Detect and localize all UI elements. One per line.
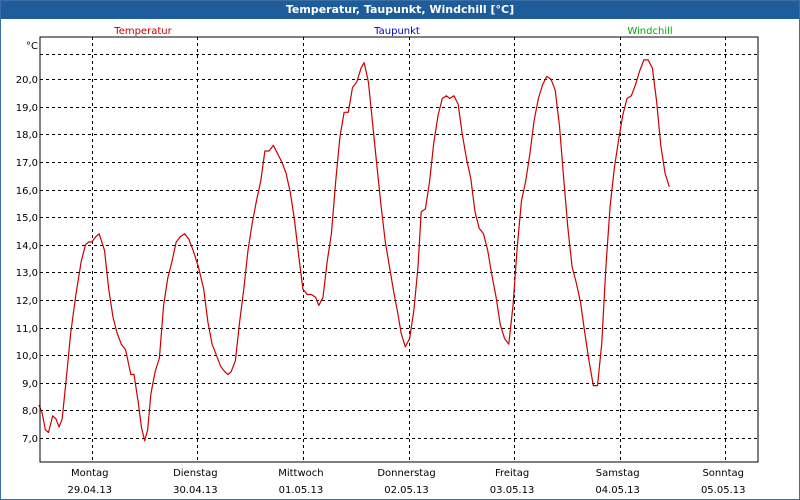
y-axis-unit: °C: [26, 41, 38, 52]
y-tick-label: 18,0: [16, 130, 38, 141]
y-tick-label: 8,0: [22, 406, 38, 417]
y-tick-labels: 7,0 8,0 9,0 10,0 11,0 12,0 13,0 14,0 15,0 16,0 17,…: [16, 75, 38, 445]
x-tick-day: Montag: [71, 468, 108, 479]
y-tick-label: 16,0: [16, 186, 38, 197]
x-tick-day: Donnerstag: [377, 468, 435, 479]
x-tick-day: Mittwoch: [278, 468, 323, 479]
x-tick-date: 29.04.13: [68, 485, 113, 496]
x-tick-day: Samstag: [596, 468, 640, 479]
y-tick-label: 9,0: [22, 379, 38, 390]
legend-entry: Temperatur: [113, 26, 172, 37]
x-tick-day: Dienstag: [173, 468, 218, 479]
legend-entry: Windchill: [627, 26, 672, 37]
legend-entry: Taupunkt: [373, 26, 420, 37]
grid: [40, 37, 758, 462]
x-tick-date: 30.04.13: [173, 485, 218, 496]
y-tick-label: 19,0: [16, 103, 38, 114]
legend: Temperatur Taupunkt Windchill: [113, 26, 672, 37]
y-tick-label: 20,0: [16, 75, 38, 86]
y-tick-label: 15,0: [16, 213, 38, 224]
x-tick-labels: Montag 29.04.13 Dienstag 30.04.13 Mittwoch 01…: [68, 468, 746, 496]
y-tick-label: 11,0: [16, 324, 38, 335]
y-tick-label: 7,0: [22, 434, 38, 445]
x-tick-date: 04.05.13: [595, 485, 640, 496]
plot-border: [39, 36, 759, 463]
x-tick-date: 05.05.13: [701, 485, 746, 496]
x-tick-date: 01.05.13: [279, 485, 324, 496]
y-tick-label: 13,0: [16, 268, 38, 279]
x-tick-date: 03.05.13: [490, 485, 535, 496]
x-tick-date: 02.05.13: [384, 485, 429, 496]
chart: °C Temperatur Taupunkt Windchill 7,0 8,0 9,0…: [16, 26, 759, 496]
y-tick-label: 12,0: [16, 296, 38, 307]
x-tick-day: Sonntag: [702, 468, 744, 479]
x-tick-day: Freitag: [495, 468, 529, 479]
y-tick-label: 17,0: [16, 158, 38, 169]
y-tick-label: 14,0: [16, 241, 38, 252]
y-tick-label: 10,0: [16, 351, 38, 362]
